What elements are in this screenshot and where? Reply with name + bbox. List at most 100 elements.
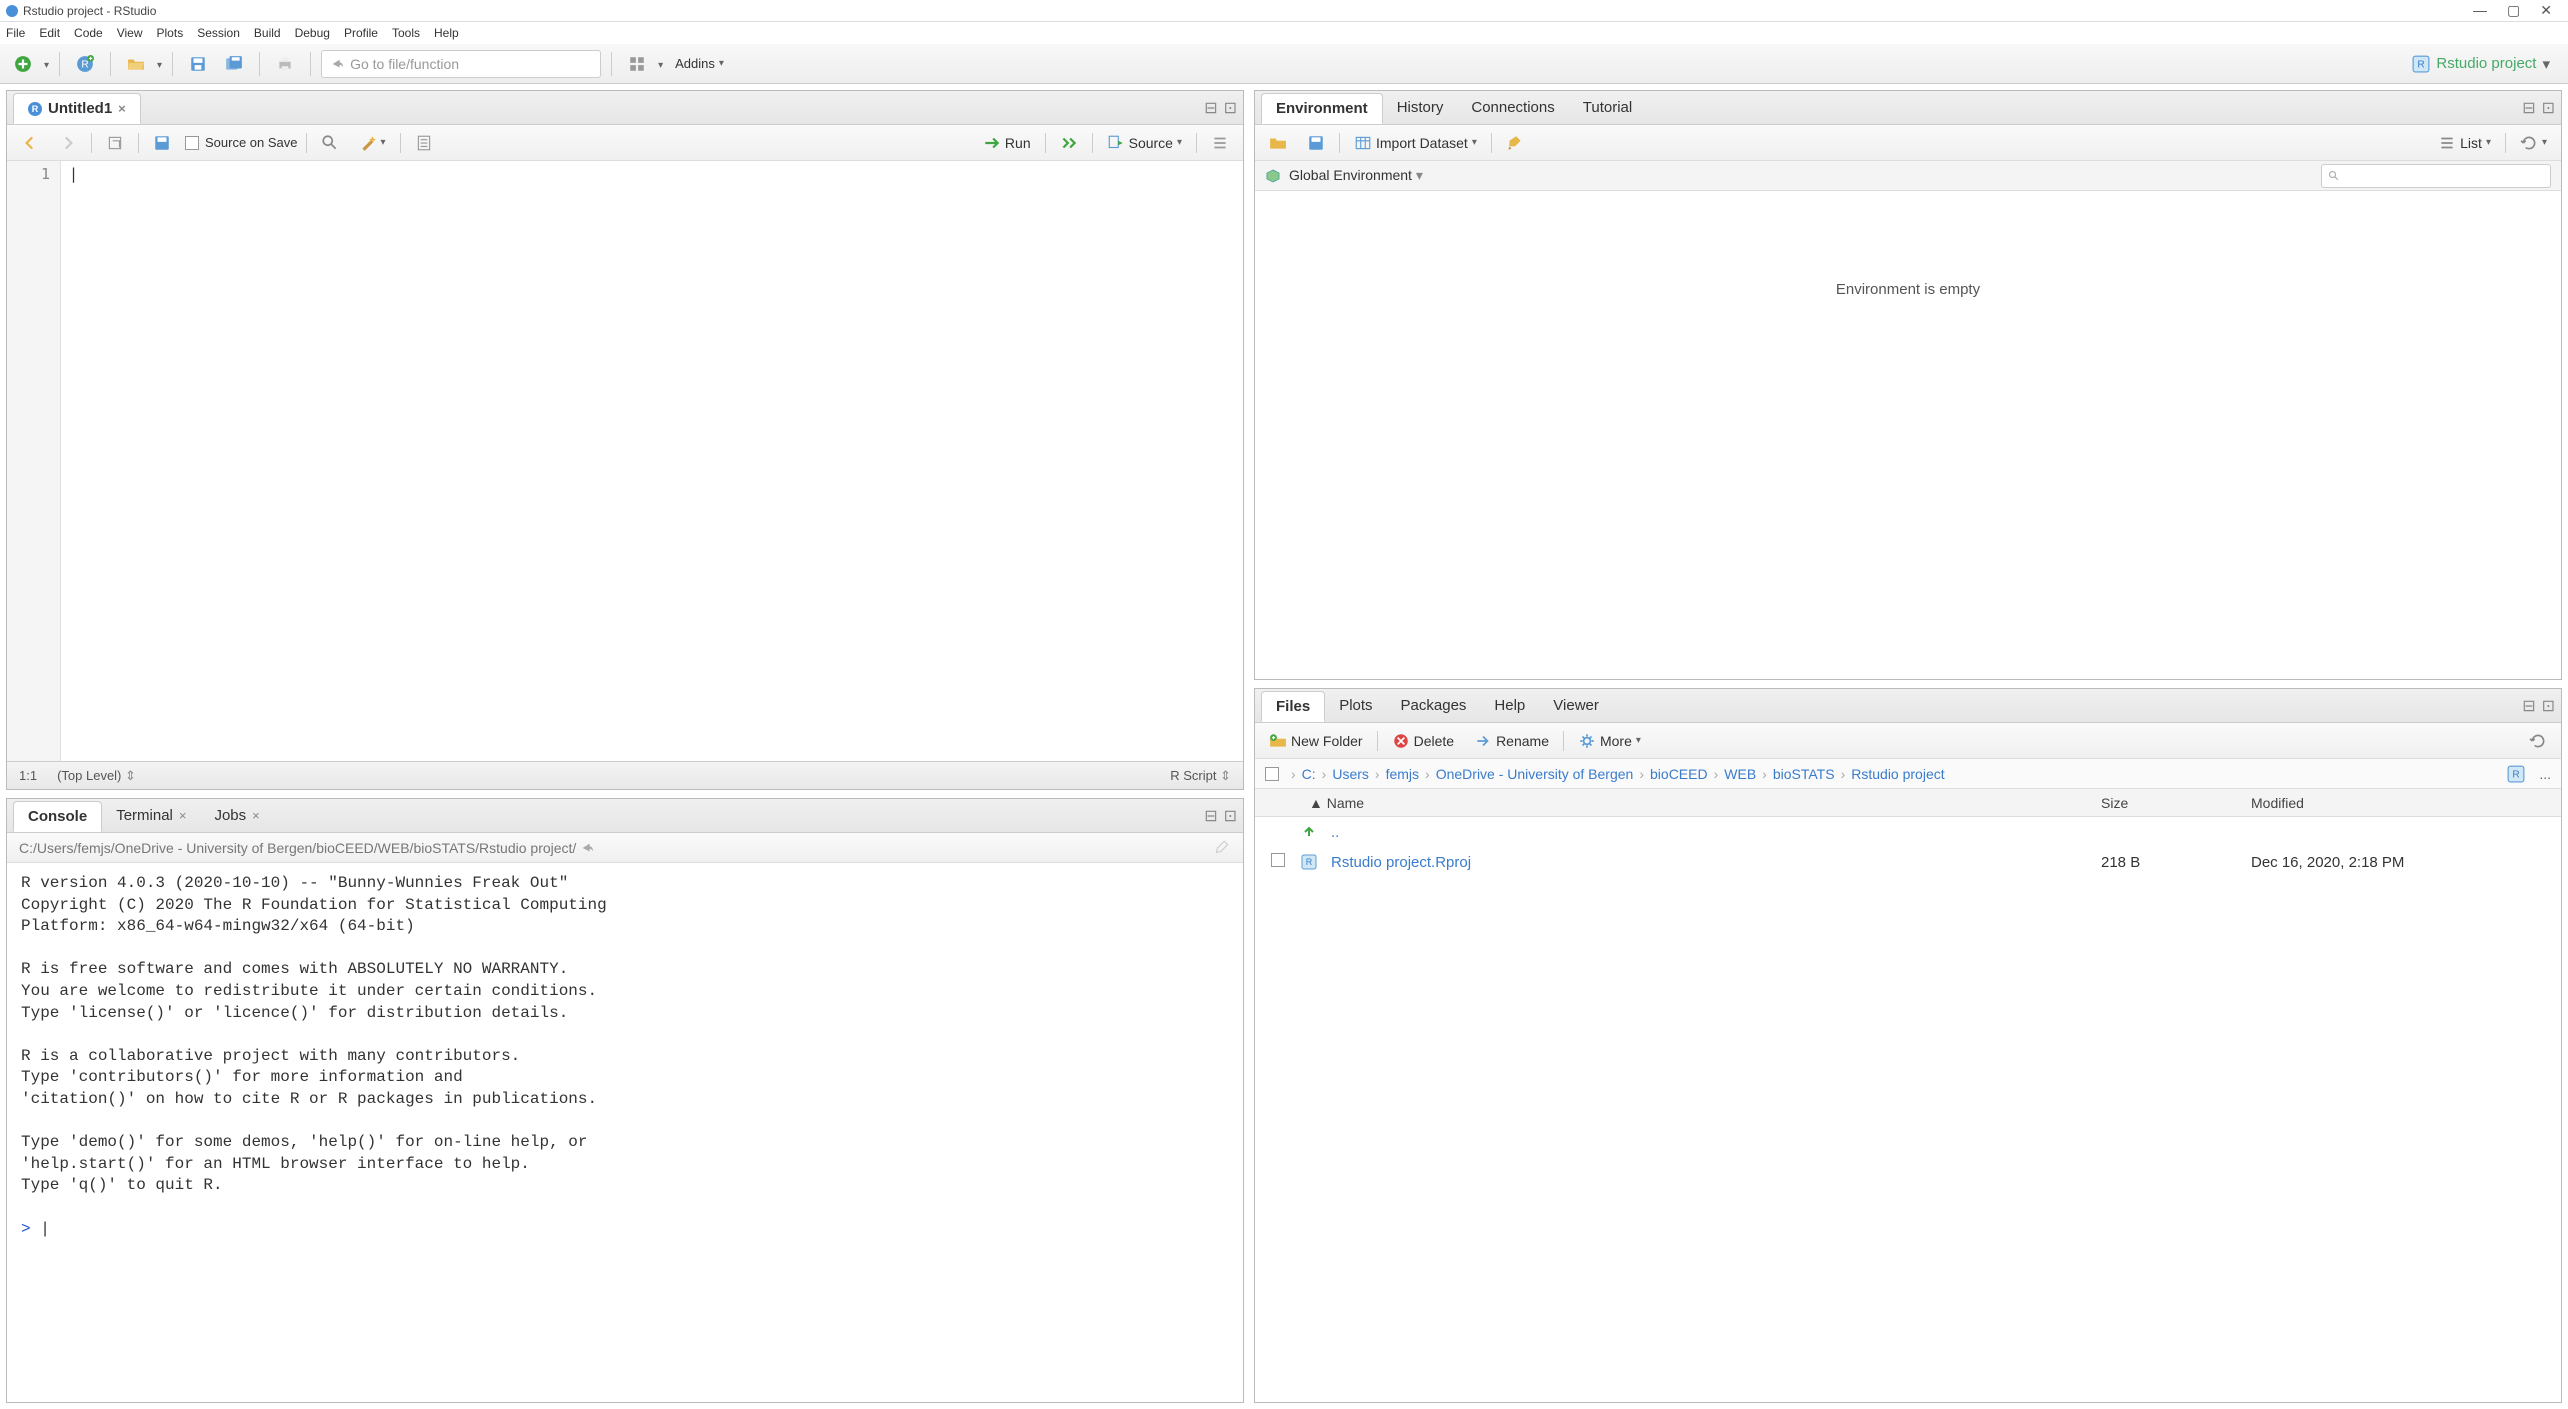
console-output[interactable]: R version 4.0.3 (2020-10-10) -- "Bunny-W… xyxy=(7,863,1243,1402)
tab-files[interactable]: Files xyxy=(1261,691,1325,722)
goto-file-input[interactable]: Go to file/function xyxy=(321,50,601,78)
minimize-pane-icon[interactable]: ⊟ xyxy=(1204,98,1217,118)
project-selector[interactable]: R Rstudio project ▾ xyxy=(2412,55,2560,73)
col-size-header[interactable]: Size xyxy=(2101,795,2251,811)
minimize-files-icon[interactable]: ⊟ xyxy=(2522,696,2535,716)
delete-button[interactable]: Delete xyxy=(1386,728,1460,754)
broom-icon[interactable] xyxy=(1213,839,1231,857)
lang-selector[interactable]: R Script ⇕ xyxy=(1170,768,1231,784)
tab-terminal[interactable]: Terminal × xyxy=(102,801,200,830)
tab-environment[interactable]: Environment xyxy=(1261,93,1383,124)
wand-button[interactable]: ▾ xyxy=(353,130,392,156)
editor-content[interactable]: | xyxy=(61,161,1243,761)
minimize-env-icon[interactable]: ⊟ xyxy=(2522,98,2535,118)
breadcrumb-item[interactable]: OneDrive - University of Bergen xyxy=(1436,766,1634,782)
breadcrumb-item[interactable]: femjs xyxy=(1386,766,1419,782)
parent-dir-row[interactable]: .. xyxy=(1255,817,2561,847)
col-name-header[interactable]: ▲ Name xyxy=(1301,795,2101,811)
open-recent-dropdown[interactable] xyxy=(157,56,162,71)
source-on-save-checkbox[interactable]: Source on Save xyxy=(185,135,298,150)
maximize-console-icon[interactable]: ⊡ xyxy=(1224,806,1237,826)
select-all-checkbox[interactable] xyxy=(1265,767,1279,781)
save-workspace-button[interactable] xyxy=(1301,130,1331,156)
popout-button[interactable] xyxy=(100,130,130,156)
tab-connections[interactable]: Connections xyxy=(1457,93,1568,122)
menu-file[interactable]: File xyxy=(6,26,25,40)
tab-plots[interactable]: Plots xyxy=(1325,691,1386,720)
new-folder-button[interactable]: New Folder xyxy=(1263,728,1369,754)
menu-profile[interactable]: Profile xyxy=(344,26,378,40)
tab-packages[interactable]: Packages xyxy=(1387,691,1481,720)
tab-console[interactable]: Console xyxy=(13,801,102,832)
clear-env-button[interactable] xyxy=(1500,130,1530,156)
source-dropdown-button[interactable]: Source xyxy=(1101,130,1188,156)
menu-help[interactable]: Help xyxy=(434,26,459,40)
refresh-env-button[interactable] xyxy=(2514,130,2553,156)
menu-session[interactable]: Session xyxy=(197,26,240,40)
menu-view[interactable]: View xyxy=(117,26,143,40)
tab-help[interactable]: Help xyxy=(1480,691,1539,720)
list-view-button[interactable]: List xyxy=(2432,130,2497,156)
close-tab-icon[interactable]: × xyxy=(118,101,126,116)
close-jobs-icon[interactable]: × xyxy=(252,808,260,823)
tab-tutorial[interactable]: Tutorial xyxy=(1569,93,1646,122)
source-tab[interactable]: R Untitled1 × xyxy=(13,93,141,124)
minimize-button[interactable]: — xyxy=(2473,2,2487,19)
file-row[interactable]: R Rstudio project.Rproj 218 B Dec 16, 20… xyxy=(1255,847,2561,877)
new-file-dropdown[interactable] xyxy=(44,56,49,71)
tab-jobs[interactable]: Jobs × xyxy=(200,801,273,830)
scope-selector[interactable]: Global Environment ▾ xyxy=(1289,167,1423,184)
menu-tools[interactable]: Tools xyxy=(392,26,420,40)
r-project-icon[interactable]: R xyxy=(2507,765,2525,783)
breadcrumb-item[interactable]: bioCEED xyxy=(1650,766,1708,782)
rename-button[interactable]: Rename xyxy=(1468,728,1555,754)
rerun-button[interactable] xyxy=(1054,130,1084,156)
save-source-button[interactable] xyxy=(147,130,177,156)
breadcrumb-item[interactable]: WEB xyxy=(1724,766,1756,782)
breadcrumb-item[interactable]: bioSTATS xyxy=(1773,766,1835,782)
more-path-button[interactable]: ... xyxy=(2539,766,2551,782)
menu-code[interactable]: Code xyxy=(74,26,103,40)
addins-button[interactable]: Addins xyxy=(669,52,730,75)
menu-build[interactable]: Build xyxy=(254,26,281,40)
wand-icon xyxy=(359,134,377,152)
maximize-button[interactable]: ▢ xyxy=(2507,2,2520,19)
save-button[interactable] xyxy=(183,51,213,77)
maximize-env-icon[interactable]: ⊡ xyxy=(2542,98,2555,118)
more-button[interactable]: More xyxy=(1572,728,1647,754)
find-button[interactable] xyxy=(315,130,345,156)
grid-dropdown[interactable] xyxy=(658,56,663,71)
file-checkbox[interactable] xyxy=(1271,853,1285,867)
source-editor[interactable]: 1 | xyxy=(7,161,1243,761)
notebook-button[interactable] xyxy=(409,130,439,156)
menu-plots[interactable]: Plots xyxy=(157,26,184,40)
close-button[interactable]: ✕ xyxy=(2540,2,2552,19)
print-button[interactable] xyxy=(270,51,300,77)
breadcrumb-item[interactable]: C: xyxy=(1302,766,1316,782)
maximize-pane-icon[interactable]: ⊡ xyxy=(1224,98,1237,118)
col-modified-header[interactable]: Modified xyxy=(2251,795,2561,811)
load-workspace-button[interactable] xyxy=(1263,130,1293,156)
env-search-input[interactable] xyxy=(2321,164,2551,188)
close-terminal-icon[interactable]: × xyxy=(179,808,187,823)
outline-button[interactable] xyxy=(1205,130,1235,156)
breadcrumb-item[interactable]: Rstudio project xyxy=(1851,766,1944,782)
breadcrumb-item[interactable]: Users xyxy=(1332,766,1369,782)
tab-history[interactable]: History xyxy=(1383,93,1458,122)
menu-edit[interactable]: Edit xyxy=(39,26,60,40)
refresh-files-button[interactable] xyxy=(2523,728,2553,754)
minimize-console-icon[interactable]: ⊟ xyxy=(1204,806,1217,826)
run-button[interactable]: Run xyxy=(977,130,1037,156)
open-file-button[interactable] xyxy=(121,51,151,77)
nav-back-button[interactable] xyxy=(15,130,45,156)
maximize-files-icon[interactable]: ⊡ xyxy=(2542,696,2555,716)
save-all-button[interactable] xyxy=(219,51,249,77)
scope-selector[interactable]: (Top Level) ⇕ xyxy=(57,768,136,784)
tab-viewer[interactable]: Viewer xyxy=(1539,691,1613,720)
nav-forward-button[interactable] xyxy=(53,130,83,156)
new-project-button[interactable]: R xyxy=(70,51,100,77)
menu-debug[interactable]: Debug xyxy=(295,26,330,40)
import-dataset-button[interactable]: Import Dataset xyxy=(1348,130,1483,156)
grid-button[interactable] xyxy=(622,51,652,77)
new-file-button[interactable] xyxy=(8,51,38,77)
